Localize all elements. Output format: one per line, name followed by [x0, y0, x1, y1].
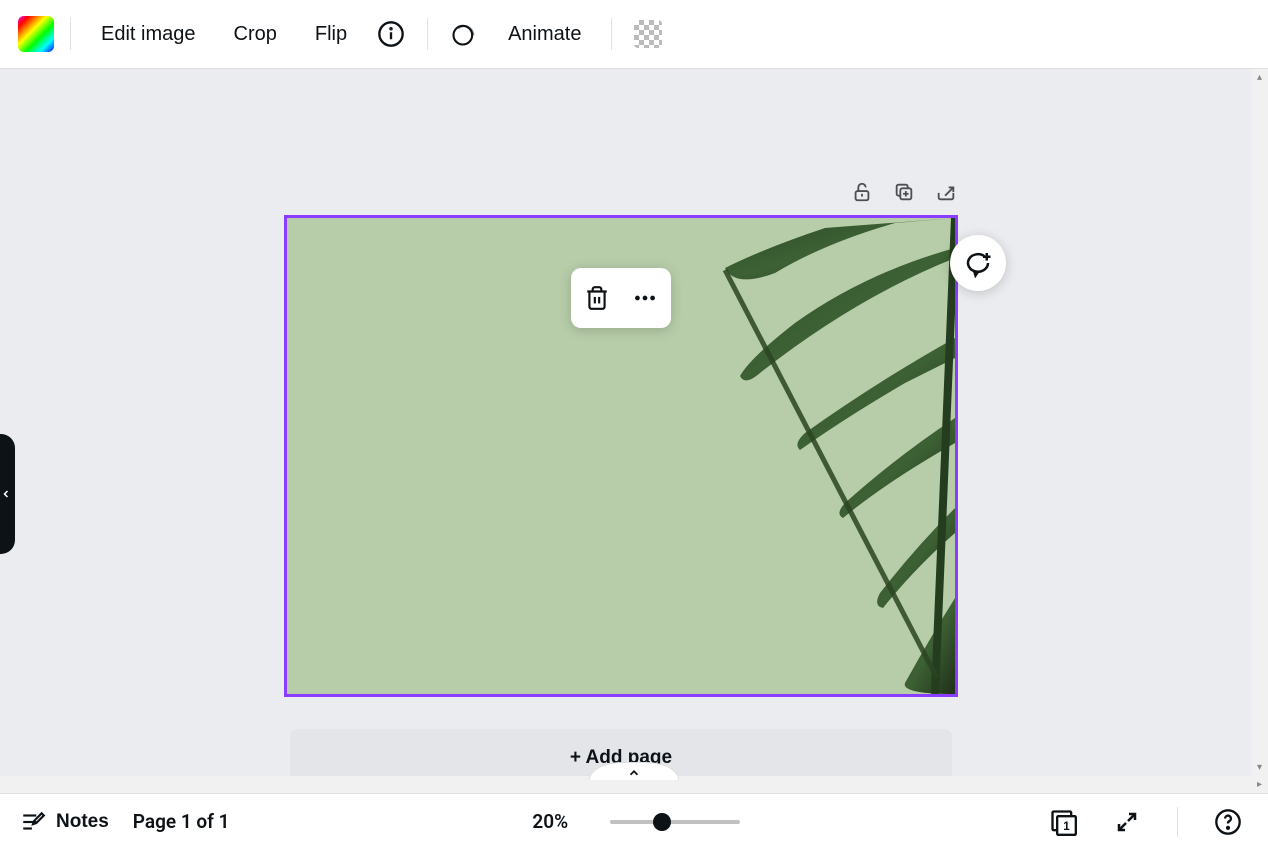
lock-page-button[interactable] — [850, 180, 874, 204]
page-indicator[interactable]: Page 1 of 1 — [133, 810, 230, 833]
unlock-icon — [851, 181, 873, 203]
divider — [427, 18, 428, 50]
selection-frame[interactable] — [284, 215, 958, 697]
vertical-scrollbar[interactable]: ▴ ▾ — [1251, 69, 1268, 776]
divider — [1177, 807, 1178, 837]
expand-sidebar-handle[interactable] — [0, 434, 15, 554]
export-page-button[interactable] — [934, 180, 958, 204]
info-icon — [377, 20, 405, 48]
grid-view-icon: 1 — [1049, 808, 1077, 836]
transparency-icon — [634, 20, 662, 48]
zoom-slider[interactable] — [610, 820, 740, 824]
zoom-slider-handle[interactable] — [653, 813, 671, 831]
notes-icon — [20, 809, 46, 835]
duplicate-icon — [893, 181, 915, 203]
top-toolbar: Edit image Crop Flip Animate — [0, 0, 1268, 69]
expand-timeline-handle[interactable] — [589, 762, 679, 780]
fullscreen-button[interactable] — [1107, 802, 1147, 842]
flip-button[interactable]: Flip — [301, 15, 361, 54]
divider — [70, 18, 71, 50]
svg-text:1: 1 — [1063, 820, 1070, 833]
trash-icon — [584, 285, 610, 311]
share-icon — [935, 181, 957, 203]
scroll-down-icon: ▾ — [1253, 761, 1266, 774]
ai-chat-icon — [963, 248, 993, 278]
more-horizontal-icon — [632, 285, 658, 311]
canvas-page[interactable] — [284, 215, 958, 697]
selection-context-toolbar — [571, 268, 671, 328]
zoom-percent[interactable]: 20% — [532, 810, 568, 833]
animate-button[interactable]: Animate — [494, 15, 595, 54]
crop-button[interactable]: Crop — [220, 15, 291, 54]
ai-assist-button[interactable] — [950, 235, 1006, 291]
divider — [611, 18, 612, 50]
scroll-up-icon: ▴ — [1253, 71, 1266, 84]
fullscreen-icon — [1115, 810, 1139, 834]
info-button[interactable] — [371, 14, 411, 54]
help-icon — [1214, 808, 1242, 836]
notes-label: Notes — [56, 811, 109, 833]
edit-image-button[interactable]: Edit image — [87, 15, 210, 54]
bottom-bar: Notes Page 1 of 1 20% 1 — [0, 793, 1268, 849]
chevron-up-icon — [627, 766, 641, 780]
transparency-button[interactable] — [628, 14, 668, 54]
style-copy-icon — [450, 20, 478, 48]
editor-workspace: + Add page ▴ ▾ ▸ — [0, 69, 1268, 793]
page-tools — [850, 180, 958, 204]
more-options-button[interactable] — [623, 276, 667, 320]
color-picker-swatch[interactable] — [18, 16, 54, 52]
delete-button[interactable] — [575, 276, 619, 320]
grid-view-button[interactable]: 1 — [1043, 802, 1083, 842]
help-button[interactable] — [1208, 802, 1248, 842]
chevron-left-icon — [0, 488, 12, 500]
style-copy-button[interactable] — [444, 14, 484, 54]
notes-button[interactable]: Notes — [20, 809, 109, 835]
duplicate-page-button[interactable] — [892, 180, 916, 204]
scroll-right-icon: ▸ — [1253, 778, 1266, 791]
